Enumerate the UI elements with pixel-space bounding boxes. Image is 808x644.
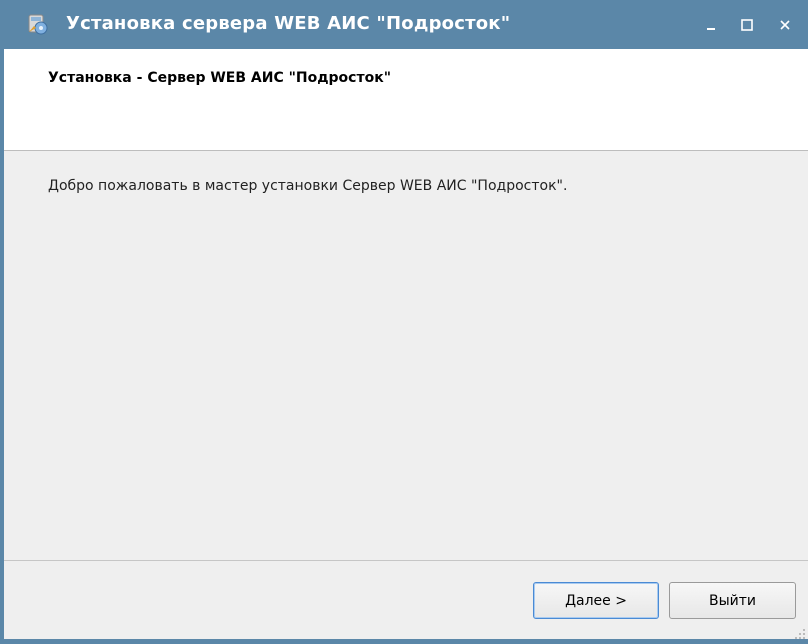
exit-button-label: Выйти <box>708 592 756 609</box>
welcome-message: Добро пожаловать в мастер установки Серв… <box>48 178 568 194</box>
next-button[interactable]: Далее > <box>533 582 659 619</box>
window-title: Установка сервера WEB АИС "Подросток" <box>66 13 511 34</box>
installer-window: Установка сервера WEB АИС "Подросток" Ус… <box>0 0 808 639</box>
page-title: Установка - Сервер WEB АИС "Подросток" <box>48 70 392 86</box>
close-icon[interactable] <box>774 14 796 36</box>
minimize-icon[interactable] <box>700 14 722 36</box>
resize-grip-icon[interactable] <box>794 625 806 639</box>
wizard-header: Установка - Сервер WEB АИС "Подросток" <box>4 49 808 151</box>
installer-icon <box>26 12 50 36</box>
wizard-client-area: Установка - Сервер WEB АИС "Подросток" Д… <box>4 49 808 639</box>
exit-button[interactable]: Выйти <box>669 582 796 619</box>
next-button-label: Далее > <box>565 592 627 609</box>
title-bar[interactable]: Установка сервера WEB АИС "Подросток" <box>0 0 808 49</box>
footer-divider <box>4 560 808 561</box>
maximize-icon[interactable] <box>736 14 758 36</box>
